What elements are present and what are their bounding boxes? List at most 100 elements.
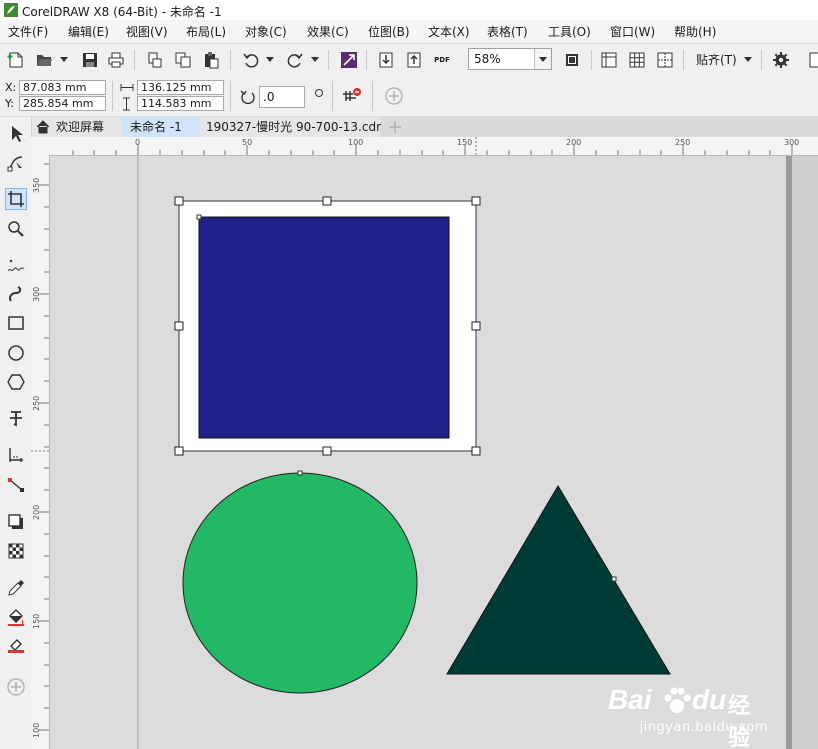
menu-text[interactable]: 文本(X) [428,23,470,40]
artistic-media-tool[interactable] [5,283,27,305]
undo-dropdown-arrow[interactable] [266,57,274,62]
dark-green-triangle[interactable] [446,485,671,675]
new-tab-plus-icon[interactable] [388,120,402,134]
add-tool[interactable] [5,676,27,698]
menu-edit[interactable]: 编辑(E) [68,23,109,40]
parallel-dimension-tool[interactable] [5,444,27,466]
lock-ratio-icon[interactable] [342,87,362,105]
publish-pdf-button[interactable]: PDF [431,49,453,71]
ellipse-tool[interactable] [5,342,27,364]
shape-tool[interactable] [5,152,27,174]
show-rulers-button[interactable] [598,49,620,71]
menu-object[interactable]: 对象(C) [245,23,287,40]
interactive-fill-tool[interactable] [5,606,27,628]
drawing-canvas[interactable]: Bai du 经验 jingyan.baidu.com [50,156,818,749]
selection-handle[interactable] [174,196,184,206]
save-button[interactable] [79,49,101,71]
menu-tools[interactable]: 工具(O) [548,23,591,40]
drop-shadow-tool[interactable] [5,511,27,533]
menu-file[interactable]: 文件(F) [8,23,48,40]
object-width-field[interactable]: 136.125 mm [137,80,224,95]
rectangle-icon [8,316,24,330]
paw-icon [664,687,691,713]
export-button[interactable] [403,49,425,71]
title-bar: CorelDRAW X8 (64-Bit) - 未命名 -1 [0,0,818,20]
selection-handle[interactable] [471,321,481,331]
search-content-button[interactable] [338,49,360,71]
connector-tool[interactable] [5,474,27,496]
options-button[interactable] [770,49,792,71]
cut-button[interactable] [144,49,166,71]
y-position-field[interactable]: 285.854 mm [19,96,106,111]
node-handle[interactable] [297,470,303,476]
full-screen-button[interactable] [561,49,583,71]
ruler-label: 300 [784,138,800,147]
vertical-ruler[interactable]: 350 300 250 200 150 100 [31,155,50,749]
application-launcher-button[interactable] [802,49,818,71]
freehand-tool[interactable] [5,255,27,277]
canvas-artwork [137,156,818,749]
window-title: CorelDRAW X8 (64-Bit) - 未命名 -1 [22,5,222,19]
selection-handle[interactable] [174,446,184,456]
selection-handle[interactable] [471,446,481,456]
rotate-icon [240,90,255,105]
node-handle[interactable] [196,214,202,220]
property-bar: X: 87.083 mm Y: 285.854 mm 136.125 mm 11… [0,76,818,117]
import-button[interactable] [375,49,397,71]
menu-table[interactable]: 表格(T) [487,23,528,40]
tab-untitled-1[interactable]: 未命名 -1 [122,117,200,137]
menu-bar: 文件(F) 编辑(E) 视图(V) 布局(L) 对象(C) 效果(C) 位图(B… [0,20,818,42]
selection-handle[interactable] [471,196,481,206]
polygon-tool[interactable] [5,371,27,393]
add-icon[interactable] [385,87,403,105]
ruler-label: 300 [32,286,41,302]
zoom-level-combo[interactable]: 58% [468,48,552,70]
open-button[interactable] [33,49,55,71]
pointer-arrow-icon [12,126,23,142]
new-document-button[interactable] [5,49,27,71]
menu-layout[interactable]: 布局(L) [186,23,226,40]
show-guidelines-button[interactable] [654,49,676,71]
text-tool[interactable] [5,407,27,429]
menu-effects[interactable]: 效果(C) [307,23,349,40]
pick-tool[interactable] [5,123,27,145]
show-grid-button[interactable] [626,49,648,71]
coreldraw-logo-icon [4,3,18,17]
rectangle-tool[interactable] [5,312,27,334]
horizontal-ruler[interactable]: 0 50 100 150 200 250 300 [31,137,818,156]
smart-fill-tool[interactable] [5,634,27,656]
undo-button[interactable] [240,49,262,71]
copy-button[interactable] [172,49,194,71]
toolbar-separator [761,50,762,70]
x-position-field[interactable]: 87.083 mm [19,80,106,95]
selection-handle[interactable] [174,321,184,331]
menu-help[interactable]: 帮助(H) [674,23,716,40]
selection-handle[interactable] [322,446,332,456]
node-handle[interactable] [611,576,617,582]
ruler-icon [601,52,617,68]
rotation-angle-field[interactable]: .0 [259,86,305,108]
snap-to-dropdown[interactable]: 贴齐(T) [696,51,737,68]
zoom-dropdown-arrow[interactable] [534,49,551,69]
eyedropper-tool[interactable] [5,577,27,599]
crop-tool[interactable] [5,188,27,210]
tab-cdr-file[interactable]: 190327-慢时光 90-700-13.cdr [200,117,381,137]
open-dropdown-arrow[interactable] [60,57,68,62]
tab-welcome-screen[interactable]: 欢迎屏幕 [30,117,122,137]
menu-view[interactable]: 视图(V) [126,23,168,40]
ruler-label: 250 [675,138,691,147]
menu-bitmaps[interactable]: 位图(B) [368,23,410,40]
object-height-field[interactable]: 114.583 mm [137,96,224,111]
blue-rectangle[interactable] [198,216,450,439]
green-ellipse[interactable] [182,472,418,694]
redo-button[interactable] [284,49,306,71]
snap-dropdown-arrow[interactable] [744,57,752,62]
menu-window[interactable]: 窗口(W) [610,23,655,40]
zoom-tool[interactable] [5,218,27,240]
print-button[interactable] [105,49,127,71]
paste-button[interactable] [200,49,222,71]
redo-dropdown-arrow[interactable] [311,57,319,62]
selection-handle[interactable] [322,196,332,206]
transparency-tool[interactable] [5,540,27,562]
ruler-label: 100 [348,138,364,147]
